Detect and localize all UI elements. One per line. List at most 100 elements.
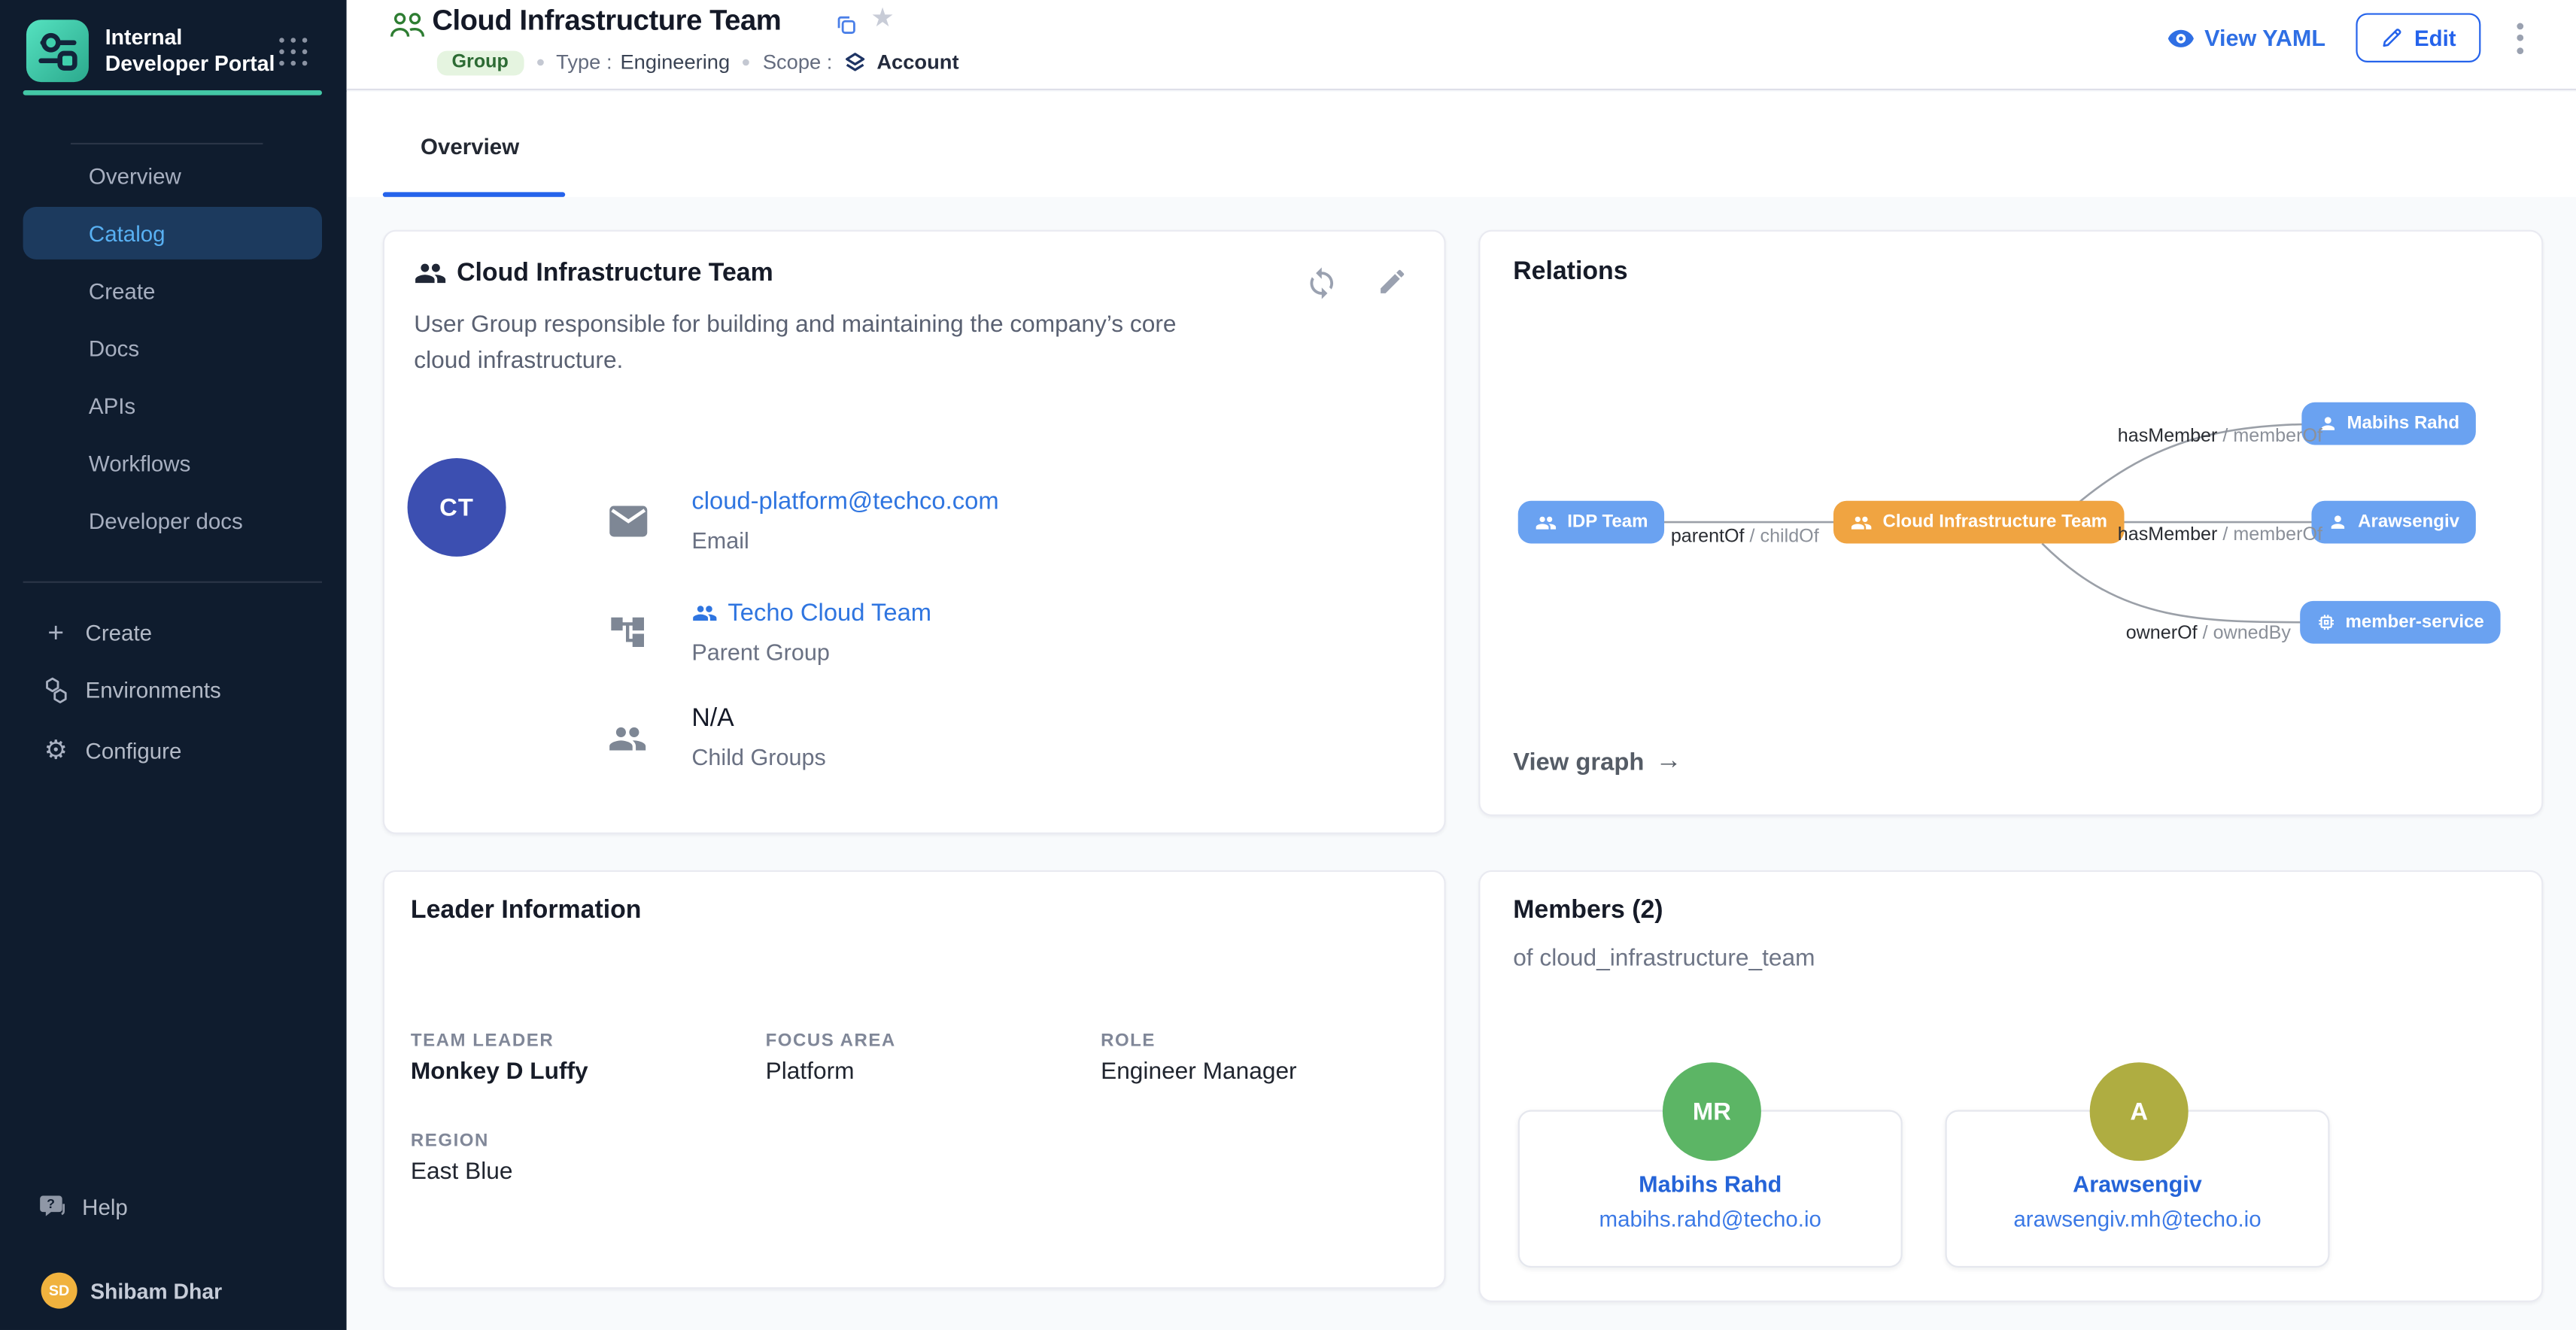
sidebar-item-developer-docs[interactable]: Developer docs [23, 494, 322, 547]
group-icon [1535, 513, 1558, 531]
field-label-team-leader: TEAM LEADER [411, 1031, 554, 1051]
member-card[interactable]: A Arawsengiv arawsengiv.mh@techo.io [1946, 1110, 2330, 1268]
view-yaml-button[interactable]: View YAML [2167, 25, 2325, 51]
entity-meta: Group Type : Engineering Scope : Account [437, 47, 959, 77]
layers-icon [842, 50, 867, 75]
scope-label: Scope : [763, 51, 833, 74]
star-icon[interactable]: ★ [870, 2, 894, 35]
graph-node-mabihs-rahd[interactable]: Mabihs Rahd [2301, 402, 2475, 445]
app-window: Internal Developer Portal Overview Catal… [0, 0, 2576, 1330]
node-label: IDP Team [1567, 512, 1648, 532]
field-value-region: East Blue [411, 1159, 513, 1186]
group-icon [691, 603, 718, 624]
user-avatar[interactable]: SD [41, 1273, 77, 1309]
help-chat-icon: ? [38, 1192, 67, 1222]
sidebar-action-environments[interactable]: Environments [0, 667, 347, 712]
sidebar-item-catalog[interactable]: Catalog [23, 207, 322, 260]
field-label-focus-area: FOCUS AREA [766, 1031, 896, 1051]
sidebar-divider [23, 581, 322, 583]
hierarchy-icon [608, 612, 647, 660]
pencil-icon [2380, 26, 2403, 50]
team-details-card: Cloud Infrastructure Team User Group res… [383, 230, 1446, 834]
sidebar-item-label: Docs [89, 336, 139, 360]
apps-grid-icon[interactable] [279, 38, 307, 65]
members-card: Members (2) of cloud_infrastructure_team… [1478, 870, 2543, 1302]
hexagons-icon [41, 676, 71, 703]
member-email-link[interactable]: arawsengiv.mh@techo.io [1947, 1207, 2328, 1231]
edge-label-reverse: memberOf [2233, 525, 2322, 545]
meta-dot [536, 59, 543, 66]
child-groups-label: Child Groups [691, 744, 825, 770]
edge-label-separator: / [2203, 624, 2208, 643]
edit-pencil-icon[interactable] [1377, 266, 1408, 305]
sidebar-help-label: Help [82, 1195, 128, 1219]
view-graph-label: View graph [1513, 748, 1644, 776]
brand-accent-divider [23, 90, 322, 96]
sidebar-item-apis[interactable]: APIs [23, 379, 322, 432]
edit-button-label: Edit [2414, 26, 2456, 50]
field-value-role: Engineer Manager [1101, 1059, 1297, 1086]
leader-information-card: Leader Information TEAM LEADER Monkey D … [383, 870, 1446, 1289]
team-avatar-initials: CT [439, 493, 474, 521]
node-label: Cloud Infrastructure Team [1883, 512, 2108, 532]
entity-header: Cloud Infrastructure Team ★ Group Type :… [347, 0, 2576, 90]
more-options-icon[interactable] [2511, 16, 2530, 60]
member-avatar-initials: MR [1693, 1098, 1731, 1125]
graph-node-member-service[interactable]: member-service [2299, 601, 2500, 644]
sidebar-item-label: Catalog [89, 221, 166, 246]
child-groups-icon [608, 722, 647, 764]
node-label: member-service [2345, 612, 2483, 632]
member-email-link[interactable]: mabihs.rahd@techo.io [1520, 1207, 1901, 1231]
kind-badge: Group [437, 50, 524, 75]
user-name[interactable]: Shibam Dhar [90, 1279, 222, 1304]
sidebar-item-docs[interactable]: Docs [23, 322, 322, 375]
view-graph-link[interactable]: View graph → [1513, 747, 1681, 776]
graph-node-cloud-infrastructure-team[interactable]: Cloud Infrastructure Team [1833, 501, 2124, 544]
edge-label-parentof: parentOf / childOf [1671, 527, 1819, 547]
sidebar-item-label: APIs [89, 393, 135, 418]
sidebar-action-create[interactable]: + Create [0, 609, 347, 655]
sidebar-item-overview[interactable]: Overview [23, 150, 322, 202]
sidebar-action-label: Environments [86, 677, 221, 702]
parent-group-name: Techo Cloud Team [728, 600, 931, 627]
sidebar-item-create[interactable]: Create [23, 264, 322, 317]
edge-label-separator: / [1750, 527, 1755, 547]
brand-logo-icon[interactable] [26, 20, 89, 82]
edge-label-forward: hasMember [2118, 427, 2218, 447]
main-area: Cloud Infrastructure Team ★ Group Type :… [347, 0, 2576, 1330]
person-icon [2328, 512, 2348, 532]
edit-button[interactable]: Edit [2355, 13, 2480, 62]
sidebar-item-workflows[interactable]: Workflows [23, 437, 322, 490]
parent-group-link[interactable]: Techo Cloud Team [691, 600, 931, 627]
sidebar-action-configure[interactable]: ⚙ Configure [0, 727, 347, 773]
sync-icon[interactable] [1305, 266, 1339, 309]
chip-icon [2316, 612, 2335, 632]
card-title: Leader Information [411, 897, 642, 926]
team-avatar: CT [408, 458, 506, 557]
field-value-focus-area: Platform [766, 1059, 855, 1086]
member-avatar: MR [1663, 1062, 1761, 1161]
team-email-link[interactable]: cloud-platform@techco.com [691, 487, 998, 515]
type-value: Engineering [620, 51, 730, 74]
tab-overview[interactable]: Overview [421, 135, 519, 159]
edge-label-separator: / [2222, 525, 2228, 545]
tab-strip: Overview [347, 92, 2576, 197]
member-name-link[interactable]: Arawsengiv [1947, 1171, 2328, 1197]
brand-name: Internal Developer Portal [105, 25, 290, 77]
graph-node-idp-team[interactable]: IDP Team [1518, 501, 1665, 544]
copy-icon[interactable] [834, 13, 858, 44]
sidebar-item-label: Create [89, 278, 156, 303]
field-value-team-leader: Monkey D Luffy [411, 1059, 588, 1086]
sidebar-action-label: Create [86, 620, 153, 645]
member-name-link[interactable]: Mabihs Rahd [1520, 1171, 1901, 1197]
member-card[interactable]: MR Mabihs Rahd mabihs.rahd@techo.io [1518, 1110, 1903, 1268]
svg-text:?: ? [47, 1196, 55, 1211]
user-avatar-initials: SD [49, 1283, 69, 1299]
meta-dot [743, 59, 750, 66]
sidebar-divider [71, 143, 263, 144]
child-groups-value: N/A [691, 704, 734, 733]
sidebar-help[interactable]: ? Help [0, 1184, 347, 1230]
graph-node-arawsengiv[interactable]: Arawsengiv [2312, 501, 2476, 544]
header-actions: View YAML Edit [2167, 13, 2530, 62]
scope-value: Account [876, 51, 958, 74]
